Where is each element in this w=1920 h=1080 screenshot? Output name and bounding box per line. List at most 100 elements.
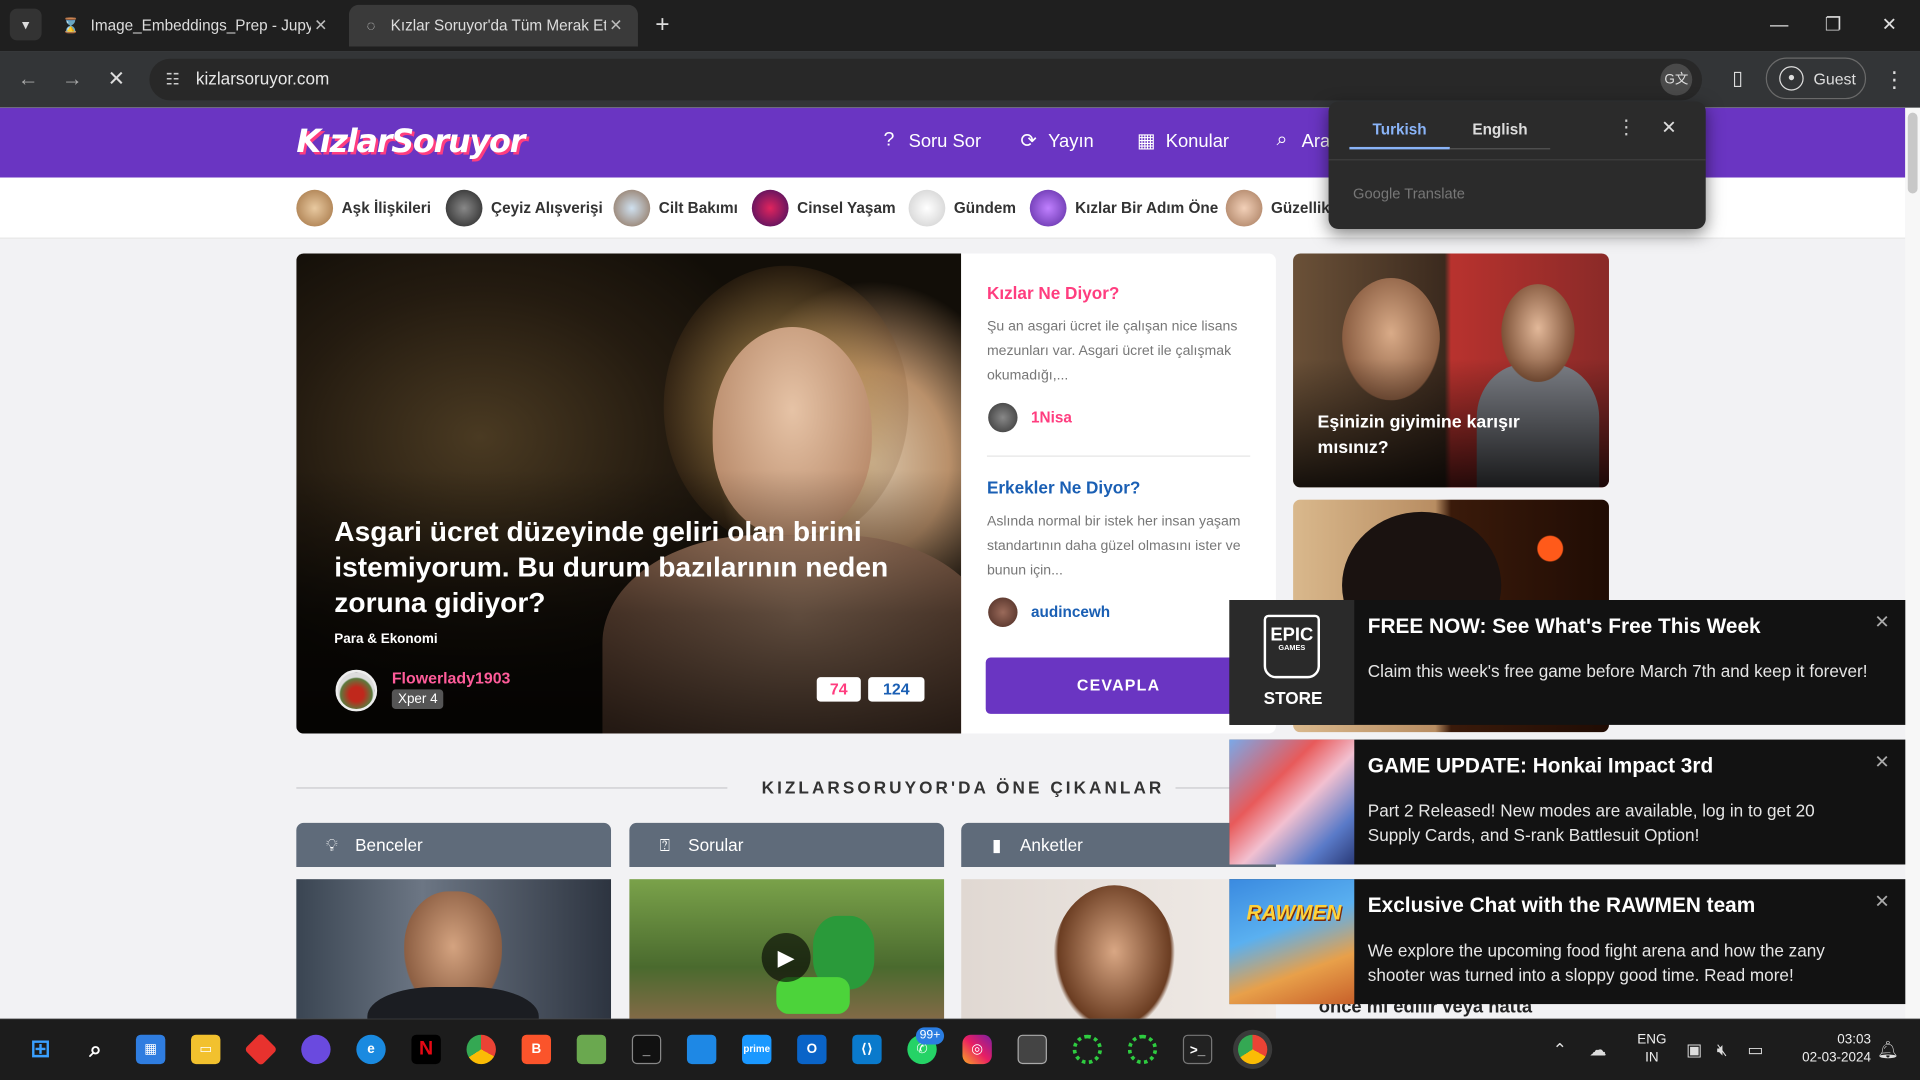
close-icon[interactable]: ✕ xyxy=(606,16,626,36)
network-icon[interactable]: ▣ xyxy=(1686,1040,1702,1061)
restore-button[interactable]: ❐ xyxy=(1817,10,1849,42)
answer-button[interactable]: CEVAPLA xyxy=(985,657,1252,714)
edge-icon[interactable]: e xyxy=(356,1034,386,1065)
chevron-up-icon[interactable]: ⌃ xyxy=(1553,1040,1567,1061)
girls-answer-count[interactable]: 74 xyxy=(816,677,861,702)
forward-button[interactable]: → xyxy=(56,64,88,96)
category-ceyiz-alisverisi[interactable]: Çeyiz Alışverişi xyxy=(445,189,603,227)
tab-search-button[interactable]: ▾ xyxy=(9,8,42,41)
boys-answer-count[interactable]: 124 xyxy=(868,677,925,702)
copilot-icon[interactable] xyxy=(301,1034,331,1065)
menu-kebab-icon[interactable]: ⋮ xyxy=(1882,66,1906,93)
volume-muted-icon[interactable]: 🔇︎ xyxy=(1717,1040,1728,1061)
nav-soru-sor[interactable]: ? Soru Sor xyxy=(877,129,982,153)
side-panel-icon[interactable]: ▯ xyxy=(1724,66,1751,93)
window-close-button[interactable]: ✕ xyxy=(1873,10,1905,42)
back-button[interactable]: ← xyxy=(12,64,44,96)
terminal-icon-2[interactable]: >_ xyxy=(1182,1034,1213,1065)
girls-say-heading[interactable]: Kızlar Ne Diyor? xyxy=(987,283,1119,303)
nav-yayin[interactable]: ⟳ Yayın xyxy=(1016,129,1093,153)
hero-question-card[interactable]: Asgari ücret düzeyinde geliri olan birin… xyxy=(296,253,962,734)
file-explorer-icon[interactable]: ▭ xyxy=(191,1034,221,1065)
play-icon[interactable]: ▶ xyxy=(761,933,811,983)
tab-kizlarsoruyor[interactable]: ◌ Kızlar Soruyor'da Tüm Merak Et ✕ xyxy=(348,4,638,47)
windows-start-icon[interactable]: ⊞ xyxy=(26,1035,55,1064)
instagram-icon[interactable]: ◎ xyxy=(962,1034,992,1065)
category-label: Güzellik xyxy=(1271,199,1330,217)
boys-answer-username[interactable]: audincewh xyxy=(1031,604,1110,621)
hero-category[interactable]: Para & Ekonomi xyxy=(334,632,437,647)
translate-tab-turkish[interactable]: Turkish xyxy=(1349,113,1450,150)
boys-say-heading[interactable]: Erkekler Ne Diyor? xyxy=(987,478,1140,498)
terminal-icon[interactable]: _ xyxy=(631,1034,662,1065)
translate-tab-english[interactable]: English xyxy=(1449,113,1551,150)
brave-icon[interactable]: B xyxy=(521,1034,552,1065)
app-ring-icon[interactable] xyxy=(1072,1034,1103,1065)
right-card-title[interactable]: Eşinizin giyimine karışır mısınız? xyxy=(1318,410,1575,461)
category-gundem[interactable]: Gündem xyxy=(908,189,1016,227)
avatar[interactable] xyxy=(988,597,1018,627)
translate-icon[interactable]: G文 xyxy=(1660,63,1693,96)
app-blue-icon[interactable] xyxy=(686,1034,717,1065)
sorular-image[interactable]: ▶ xyxy=(629,879,945,1019)
notification-free-now[interactable]: EPIC GAMES STORE FREE NOW: See What's Fre… xyxy=(1229,600,1906,725)
honkai-impact-art xyxy=(1229,739,1355,865)
avatar[interactable] xyxy=(335,669,378,712)
person-icon: ● xyxy=(1779,66,1804,91)
close-icon[interactable]: ✕ xyxy=(1871,891,1893,913)
category-cilt-bakimi[interactable]: Cilt Bakımı xyxy=(613,189,738,227)
girls-answer-username[interactable]: 1Nisa xyxy=(1031,409,1072,426)
clock[interactable]: 03:03 02-03-2024 xyxy=(1783,1031,1871,1068)
more-options-icon[interactable]: ⋮ xyxy=(1616,116,1636,140)
right-card-1[interactable]: Eşinizin giyimine karışır mısınız? xyxy=(1293,253,1609,488)
bar-chart-icon: ▮ xyxy=(992,835,1002,855)
url-text[interactable]: kizlarsoruyor.com xyxy=(196,69,329,89)
app-ring-icon-2[interactable] xyxy=(1127,1034,1158,1065)
notification-title: GAME UPDATE: Honkai Impact 3rd xyxy=(1367,754,1714,778)
search-icon[interactable]: ⌕ xyxy=(81,1035,110,1064)
tab-jupyter[interactable]: ⌛ Image_Embeddings_Prep - Jupy ✕ xyxy=(49,5,343,47)
chrome-icon[interactable] xyxy=(466,1034,496,1065)
new-tab-button[interactable]: + xyxy=(649,11,676,38)
outlook-icon[interactable]: O xyxy=(797,1034,827,1065)
close-icon[interactable]: ✕ xyxy=(1657,116,1681,140)
notification-honkai[interactable]: GAME UPDATE: Honkai Impact 3rd Part 2 Re… xyxy=(1229,739,1906,865)
battery-icon[interactable]: ▭ xyxy=(1747,1040,1763,1061)
category-kizlar-bir-adim-one[interactable]: Kızlar Bir Adım Öne xyxy=(1029,189,1218,227)
site-info-icon[interactable]: ☷ xyxy=(162,69,184,91)
language-indicator[interactable]: ENG IN xyxy=(1636,1031,1668,1068)
hero-username[interactable]: Flowerlady1903 xyxy=(392,669,511,687)
category-ask-iliskileri[interactable]: Aşk İlişkileri xyxy=(296,189,431,227)
column-benceler[interactable]: 💡︎ Benceler xyxy=(296,822,612,867)
app-window-icon[interactable] xyxy=(1017,1034,1047,1065)
category-thumb xyxy=(1225,189,1263,227)
stop-button[interactable]: ✕ xyxy=(100,64,132,96)
hero-title[interactable]: Asgari ücret düzeyinde geliri olan birin… xyxy=(334,514,922,621)
category-guzellik[interactable]: Güzellik xyxy=(1225,189,1330,227)
chrome-active-icon[interactable] xyxy=(1237,1034,1268,1065)
app-red-diamond-icon[interactable] xyxy=(244,1032,278,1067)
prime-video-icon[interactable]: prime xyxy=(742,1034,772,1065)
profile-button[interactable]: ● Guest xyxy=(1765,57,1867,100)
nav-ara[interactable]: ⌕ Ara xyxy=(1270,129,1331,153)
close-icon[interactable]: ✕ xyxy=(311,16,331,36)
nav-konular[interactable]: ▦ Konular xyxy=(1134,129,1229,153)
column-sorular[interactable]: ⍰ Sorular xyxy=(629,822,945,867)
minimize-button[interactable]: — xyxy=(1763,10,1795,42)
cloud-icon[interactable]: ☁ xyxy=(1589,1040,1606,1061)
benceler-image[interactable] xyxy=(296,879,612,1019)
app-green-icon[interactable] xyxy=(576,1034,607,1065)
netflix-icon[interactable]: N xyxy=(411,1034,441,1065)
close-icon[interactable]: ✕ xyxy=(1871,612,1893,634)
category-cinsel-yasam[interactable]: Cinsel Yaşam xyxy=(751,189,896,227)
close-icon[interactable]: ✕ xyxy=(1871,752,1893,774)
address-bar[interactable]: ☷ kizlarsoruyor.com G文 xyxy=(149,58,1703,101)
page-scrollbar[interactable] xyxy=(1905,107,1920,1019)
avatar[interactable] xyxy=(988,402,1018,433)
site-logo[interactable]: KızlarSoruyor xyxy=(296,124,525,161)
vscode-icon[interactable]: ⟨⟩ xyxy=(852,1034,882,1065)
notification-bell-icon[interactable]: 🔔︎ xyxy=(1877,1040,1899,1061)
store-icon[interactable]: ▦ xyxy=(135,1034,166,1065)
notification-rawmen[interactable]: RAWMEN Exclusive Chat with the RAWMEN te… xyxy=(1229,879,1906,1005)
scrollbar-thumb[interactable] xyxy=(1907,112,1918,194)
